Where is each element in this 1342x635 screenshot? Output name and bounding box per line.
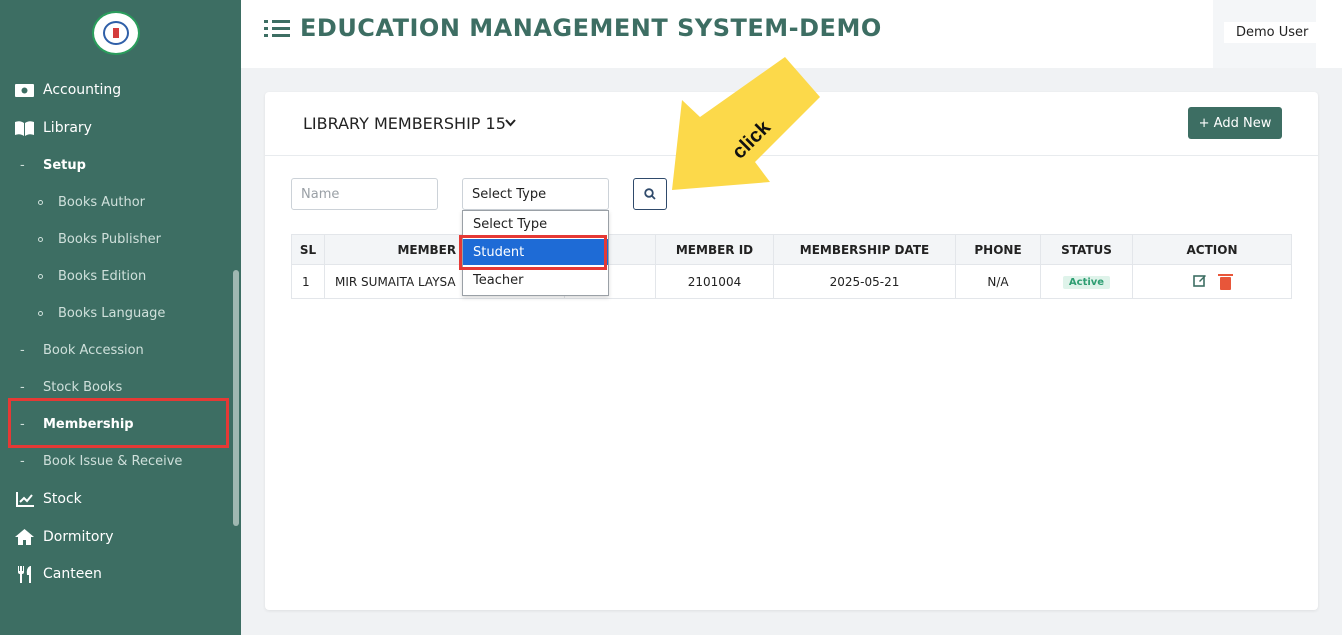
user-menu-button[interactable]: Demo User xyxy=(1224,22,1321,43)
sidebar-item-label: Setup xyxy=(43,157,86,173)
sidebar-item-label: Book Accession xyxy=(43,342,144,358)
sidebar-item-stock-books[interactable]: - Stock Books xyxy=(0,373,241,401)
sidebar-item-label: Books Author xyxy=(58,194,146,210)
student-highlight xyxy=(459,235,607,270)
table-row: 1 MIR SUMAITA LAYSA nt 2101004 2025-05-2… xyxy=(291,264,1292,299)
sidebar-item-book-issue-receive[interactable]: - Book Issue & Receive xyxy=(0,447,241,475)
home-icon xyxy=(15,529,34,546)
sidebar-item-books-publisher[interactable]: Books Publisher xyxy=(0,225,241,253)
sidebar-item-books-edition[interactable]: Books Edition xyxy=(0,262,241,290)
chart-icon xyxy=(15,491,34,508)
sidebar-item-canteen[interactable]: Canteen xyxy=(0,559,241,589)
sidebar-item-books-language[interactable]: Books Language xyxy=(0,299,241,327)
sidebar-item-label: Books Language xyxy=(58,305,166,321)
add-new-button[interactable]: + Add New xyxy=(1188,107,1282,139)
utensils-icon xyxy=(15,565,34,583)
card-title: LIBRARY MEMBERSHIP 15 xyxy=(303,114,506,133)
book-icon xyxy=(15,120,34,137)
type-select[interactable]: Select Type xyxy=(462,178,609,210)
sidebar-item-dormitory[interactable]: Dormitory xyxy=(0,522,241,552)
edit-icon[interactable] xyxy=(1192,273,1207,291)
col-header-status: STATUS xyxy=(1040,234,1133,265)
sidebar-item-label: Books Publisher xyxy=(58,231,161,247)
membership-highlight xyxy=(8,398,229,448)
sidebar-item-book-accession[interactable]: - Book Accession xyxy=(0,336,241,364)
sidebar-item-setup[interactable]: - Setup xyxy=(0,151,241,179)
sidebar: Accounting Library - Setup Books Author … xyxy=(0,0,241,635)
sidebar-item-label: Canteen xyxy=(43,566,102,582)
sidebar-item-books-author[interactable]: Books Author xyxy=(0,188,241,216)
sidebar-scrollbar[interactable] xyxy=(233,270,239,526)
money-icon xyxy=(15,82,34,99)
sidebar-item-label: Dormitory xyxy=(43,529,114,545)
col-header-phone: PHONE xyxy=(955,234,1041,265)
search-icon xyxy=(644,188,656,200)
col-header-action: ACTION xyxy=(1132,234,1292,265)
sidebar-item-stock[interactable]: Stock xyxy=(0,484,241,514)
sidebar-item-label: Book Issue & Receive xyxy=(43,453,183,469)
col-header-membership-date: MEMBERSHIP DATE xyxy=(773,234,956,265)
col-header-member-id: MEMBER ID xyxy=(655,234,774,265)
sidebar-item-label: Library xyxy=(43,120,92,136)
option-teacher[interactable]: Teacher xyxy=(463,267,608,293)
delete-icon[interactable] xyxy=(1218,273,1234,290)
sidebar-item-label: Accounting xyxy=(43,82,122,98)
sidebar-item-label: Stock Books xyxy=(43,379,123,395)
sidebar-item-label: Stock xyxy=(43,491,82,507)
name-input[interactable] xyxy=(291,178,438,210)
page-title: EDUCATION MANAGEMENT SYSTEM-DEMO xyxy=(300,14,882,42)
type-select-value: Select Type xyxy=(472,186,547,202)
status-badge: Active xyxy=(1062,276,1111,289)
menu-icon[interactable] xyxy=(264,18,290,40)
sidebar-item-label: Books Edition xyxy=(58,268,147,284)
col-header-sl: SL xyxy=(291,234,325,265)
click-arrow-annotation: click xyxy=(672,57,820,190)
sidebar-item-accounting[interactable]: Accounting xyxy=(0,75,241,105)
sidebar-item-library[interactable]: Library xyxy=(0,113,241,143)
chevron-down-icon[interactable] xyxy=(505,116,516,130)
school-logo xyxy=(92,11,140,55)
membership-table: SL MEMBER NAM TYPE MEMBER ID MEMBERSHIP … xyxy=(291,234,1292,299)
option-select-type[interactable]: Select Type xyxy=(463,211,608,237)
